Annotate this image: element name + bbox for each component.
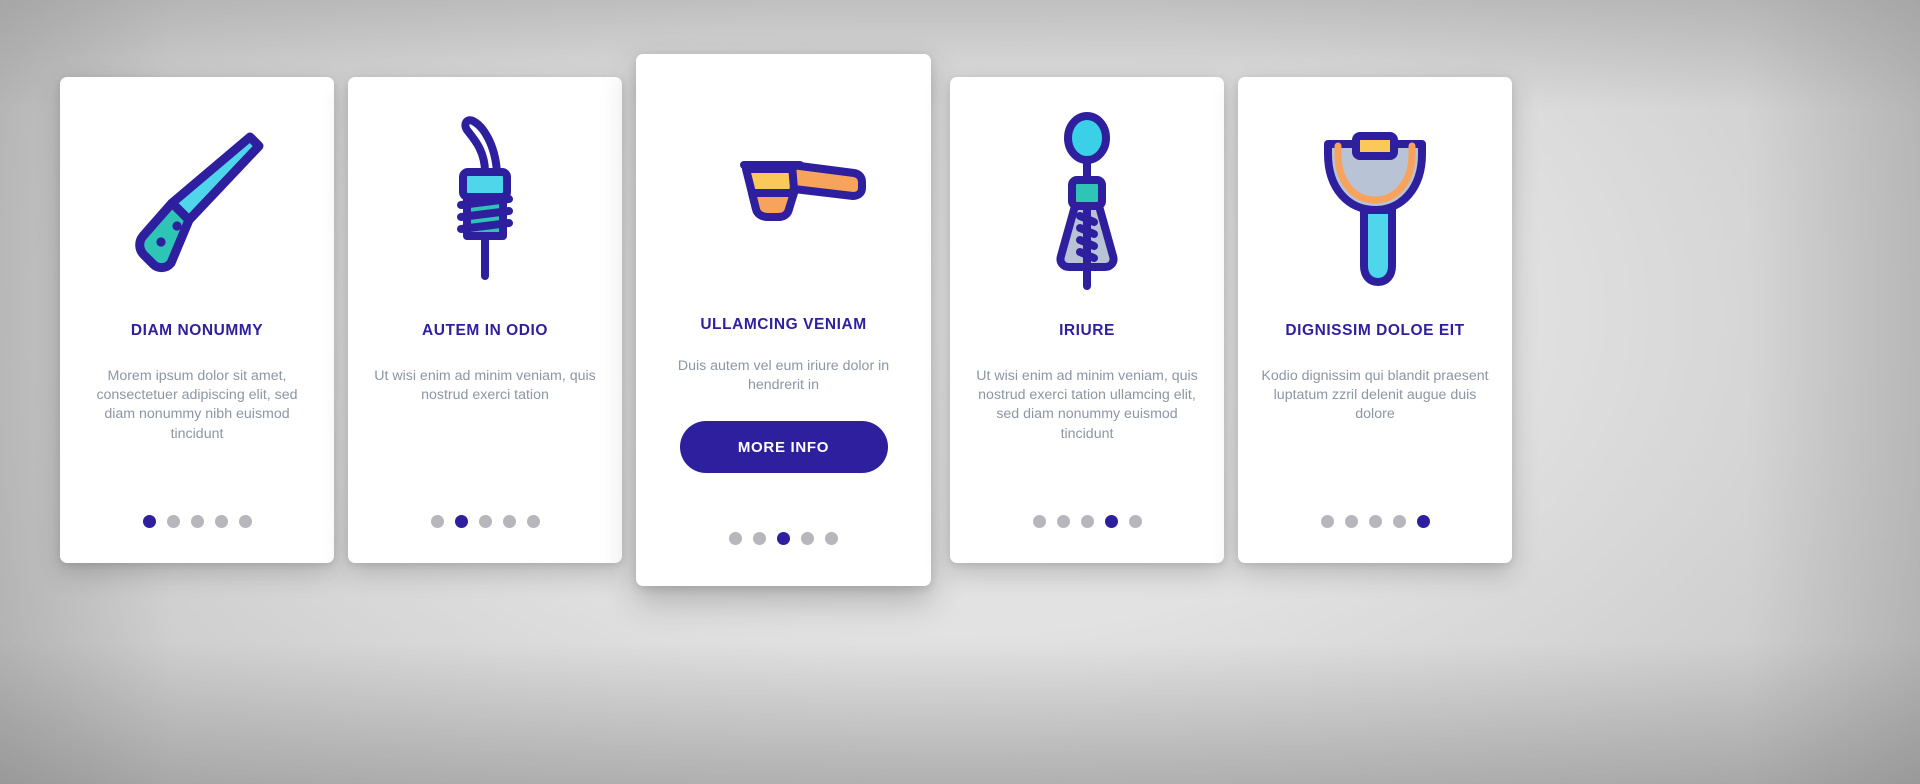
pagination-dot[interactable]	[454, 515, 468, 528]
onboarding-card-5[interactable]: DIGNISSIM DOLOE EIT Kodio dignissim qui …	[1238, 77, 1512, 563]
pagination-dot[interactable]	[1128, 515, 1142, 528]
pagination-dot[interactable]	[729, 532, 742, 545]
pagination-dot[interactable]	[1080, 515, 1094, 528]
pagination-dots[interactable]	[636, 532, 931, 545]
pagination-dot[interactable]	[502, 515, 516, 528]
pagination-dots[interactable]	[60, 515, 334, 528]
pagination-dot[interactable]	[238, 515, 252, 528]
pagination-dot[interactable]	[1056, 515, 1070, 528]
kitchen-knife-icon	[60, 77, 334, 322]
pagination-dot[interactable]	[825, 532, 838, 545]
card-title: AUTEM IN ODIO	[422, 322, 548, 339]
pagination-dot[interactable]	[142, 515, 156, 528]
card-title: DIGNISSIM DOLOE EIT	[1285, 322, 1465, 339]
pagination-dot[interactable]	[190, 515, 204, 528]
bottle-pourer-icon	[348, 77, 622, 322]
pagination-dot[interactable]	[1368, 515, 1382, 528]
card-body-text: Duis autem vel eum iriure dolor in hendr…	[677, 357, 890, 393]
pagination-dot[interactable]	[777, 532, 790, 545]
card-title: IRIURE	[1059, 322, 1115, 339]
pagination-dots[interactable]	[950, 515, 1224, 528]
pagination-dots[interactable]	[1238, 515, 1512, 528]
pagination-dot[interactable]	[166, 515, 180, 528]
onboarding-card-2[interactable]: AUTEM IN ODIO Ut wisi enim ad minim veni…	[348, 77, 622, 563]
pagination-dot[interactable]	[478, 515, 492, 528]
pagination-dot[interactable]	[801, 532, 814, 545]
pagination-dot[interactable]	[1392, 515, 1406, 528]
pagination-dot[interactable]	[214, 515, 228, 528]
onboarding-card-3-featured[interactable]: ULLAMCING VENIAM Duis autem vel eum iriu…	[636, 54, 931, 586]
pagination-dot[interactable]	[1032, 515, 1046, 528]
card-body-text: Ut wisi enim ad minim veniam, quis nostr…	[976, 367, 1198, 442]
card-title: DIAM NONUMMY	[130, 322, 264, 339]
onboarding-screens-illustration: DIAM NONUMMY Morem ipsum dolor sit amet,…	[0, 0, 1920, 784]
card-body-text: Ut wisi enim ad minim veniam, quis nostr…	[374, 367, 596, 403]
cards-row: DIAM NONUMMY Morem ipsum dolor sit amet,…	[0, 0, 1920, 784]
pagination-dot[interactable]	[753, 532, 766, 545]
measuring-scoop-icon	[636, 54, 931, 316]
pagination-dots[interactable]	[348, 515, 622, 528]
whisk-beater-icon	[950, 77, 1224, 322]
pagination-dot[interactable]	[1416, 515, 1430, 528]
more-info-button[interactable]: MORE INFO	[679, 421, 888, 474]
card-body-text: Kodio dignissim qui blandit praesent lup…	[1261, 367, 1489, 423]
pagination-dot[interactable]	[430, 515, 444, 528]
vegetable-peeler-icon	[1238, 77, 1512, 322]
onboarding-card-4[interactable]: IRIURE Ut wisi enim ad minim veniam, qui…	[950, 77, 1224, 563]
pagination-dot[interactable]	[1320, 515, 1334, 528]
card-body-text: Morem ipsum dolor sit amet, consectetuer…	[96, 367, 298, 442]
card-title: ULLAMCING VENIAM	[700, 316, 867, 333]
onboarding-card-1[interactable]: DIAM NONUMMY Morem ipsum dolor sit amet,…	[60, 77, 334, 563]
pagination-dot[interactable]	[1344, 515, 1358, 528]
pagination-dot[interactable]	[526, 515, 540, 528]
pagination-dot[interactable]	[1104, 515, 1118, 528]
